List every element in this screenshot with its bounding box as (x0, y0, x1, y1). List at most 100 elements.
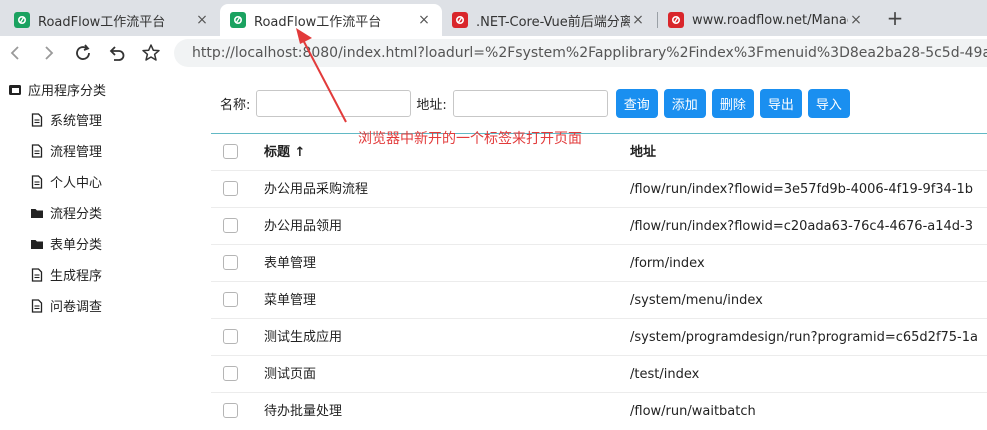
cell-title: 菜单管理 (264, 293, 317, 308)
row-checkbox[interactable] (223, 403, 238, 418)
address-label: 地址: (416, 97, 447, 113)
tree-item-label: 问卷调查 (50, 300, 103, 315)
cell-title: 办公用品采购流程 (264, 182, 369, 197)
roadflow-red-icon (452, 12, 468, 28)
cell-address: /system/programdesign/run?programid=c65d… (630, 330, 978, 345)
tab-title: RoadFlow工作流平台 (254, 14, 382, 30)
table-row[interactable]: 菜单管理 /system/menu/index (211, 282, 987, 319)
table-header-row: 标题 ↑ 地址 (211, 134, 987, 171)
star-icon (142, 44, 160, 61)
tree-item-flow[interactable]: 流程管理 (30, 141, 102, 160)
cell-title: 待办批量处理 (264, 404, 343, 419)
cell-address: /system/menu/index (630, 293, 763, 308)
row-checkbox[interactable] (223, 181, 238, 196)
address-url: http://localhost:8080/index.html?loadurl… (192, 45, 987, 61)
document-icon (31, 143, 43, 158)
address-bar[interactable]: http://localhost:8080/index.html?loadurl… (174, 39, 987, 67)
close-icon[interactable]: × (416, 12, 432, 28)
page-content: 应用程序分类 系统管理 流程管理 个人中心 流程分类 表单分类 生成程序 问卷调… (0, 70, 987, 429)
cell-title: 测试生成应用 (264, 330, 343, 345)
url-rest: host:8080/index.html?loadurl=%2Fsystem%2… (267, 45, 987, 61)
cell-address: /form/index (630, 256, 705, 271)
column-header-address[interactable]: 地址 (630, 134, 656, 171)
tree-item-survey[interactable]: 问卷调查 (30, 296, 102, 315)
select-all-checkbox[interactable] (223, 144, 238, 159)
roadflow-green-icon (230, 12, 246, 28)
table-row[interactable]: 表单管理 /form/index (211, 245, 987, 282)
cell-address: /flow/run/index?flowid=c20ada63-76c4-467… (630, 219, 973, 234)
bookmark-button[interactable] (139, 41, 163, 65)
cell-address: /flow/run/waitbatch (630, 404, 756, 419)
tree-item-system[interactable]: 系统管理 (30, 110, 102, 129)
tree-root[interactable]: 应用程序分类 (8, 80, 106, 99)
undo-button[interactable] (105, 41, 129, 65)
document-icon (31, 298, 43, 313)
folder-icon (31, 208, 43, 218)
tree-item-label: 表单分类 (50, 238, 103, 253)
tab-title: RoadFlow工作流平台 (38, 14, 166, 30)
browser-tab-2-active[interactable]: RoadFlow工作流平台 × (220, 4, 442, 36)
annotation-text: 浏览器中新开的一个标签来打开页面 (358, 131, 582, 147)
table-row[interactable]: 办公用品领用 /flow/run/index?flowid=c20ada63-7… (211, 208, 987, 245)
search-toolbar: 名称: 地址: 查询 添加 删除 导出 导入 (220, 88, 850, 118)
folder-icon (31, 239, 43, 249)
browser-toolbar: http://localhost:8080/index.html?loadurl… (0, 36, 987, 70)
row-checkbox[interactable] (223, 218, 238, 233)
browser-tab-1[interactable]: RoadFlow工作流平台 × (4, 4, 220, 36)
tree-item-label: 流程分类 (50, 207, 103, 222)
cell-title: 测试页面 (264, 367, 317, 382)
row-checkbox[interactable] (223, 255, 238, 270)
column-header-title[interactable]: 标题 ↑ (264, 134, 305, 171)
category-tree: 应用程序分类 系统管理 流程管理 个人中心 流程分类 表单分类 生成程序 问卷调… (0, 70, 200, 429)
new-tab-button[interactable]: + (884, 6, 906, 30)
reload-icon (76, 44, 90, 60)
roadflow-red-icon (668, 12, 684, 28)
tree-item-label: 系统管理 (50, 114, 103, 129)
delete-button[interactable]: 删除 (711, 88, 754, 118)
url-prefix: http://local (192, 45, 268, 61)
undo-icon (109, 46, 125, 61)
tree-item-personal[interactable]: 个人中心 (30, 172, 102, 191)
tree-root-label: 应用程序分类 (28, 84, 107, 99)
forward-button[interactable] (36, 41, 60, 65)
document-icon (31, 267, 43, 282)
tree-item-flow-category[interactable]: 流程分类 (30, 203, 102, 222)
cell-address: /test/index (630, 367, 700, 382)
document-icon (31, 112, 43, 127)
import-button[interactable]: 导入 (807, 88, 850, 118)
row-checkbox[interactable] (223, 329, 238, 344)
cell-title: 办公用品领用 (264, 219, 343, 234)
arrow-right-icon (45, 46, 54, 60)
table-row[interactable]: 办公用品采购流程 /flow/run/index?flowid=3e57fd9b… (211, 171, 987, 208)
table-row[interactable]: 待办批量处理 /flow/run/waitbatch (211, 393, 987, 430)
address-input[interactable] (452, 89, 608, 117)
close-icon[interactable]: × (194, 12, 210, 28)
name-input[interactable] (256, 89, 412, 117)
cell-title: 表单管理 (264, 256, 317, 271)
roadflow-green-icon (14, 12, 30, 28)
row-checkbox[interactable] (223, 292, 238, 307)
tree-item-label: 个人中心 (50, 176, 103, 191)
tree-item-label: 生成程序 (50, 269, 103, 284)
query-button[interactable]: 查询 (615, 88, 658, 118)
table-row[interactable]: 测试页面 /test/index (211, 356, 987, 393)
close-icon[interactable]: × (630, 12, 646, 28)
tab-title: .NET-Core-Vue前后端分离工 (476, 14, 630, 30)
tab-title: www.roadflow.net/Manage (692, 12, 848, 28)
export-button[interactable]: 导出 (759, 88, 802, 118)
back-button[interactable] (4, 41, 28, 65)
reload-button[interactable] (71, 41, 95, 65)
document-icon (31, 174, 43, 189)
category-root-icon (9, 84, 21, 95)
browser-tab-4[interactable]: www.roadflow.net/Manage × (658, 4, 874, 36)
tree-item-generate[interactable]: 生成程序 (30, 265, 102, 284)
browser-tab-strip: RoadFlow工作流平台 × RoadFlow工作流平台 × .NET-Cor… (0, 0, 987, 36)
row-checkbox[interactable] (223, 366, 238, 381)
name-label: 名称: (220, 97, 251, 113)
close-icon[interactable]: × (848, 12, 864, 28)
tree-item-form-category[interactable]: 表单分类 (30, 234, 102, 253)
table-row[interactable]: 测试生成应用 /system/programdesign/run?program… (211, 319, 987, 356)
add-button[interactable]: 添加 (663, 88, 706, 118)
browser-tab-3[interactable]: .NET-Core-Vue前后端分离工 × (442, 4, 656, 36)
arrow-left-icon (10, 46, 19, 60)
